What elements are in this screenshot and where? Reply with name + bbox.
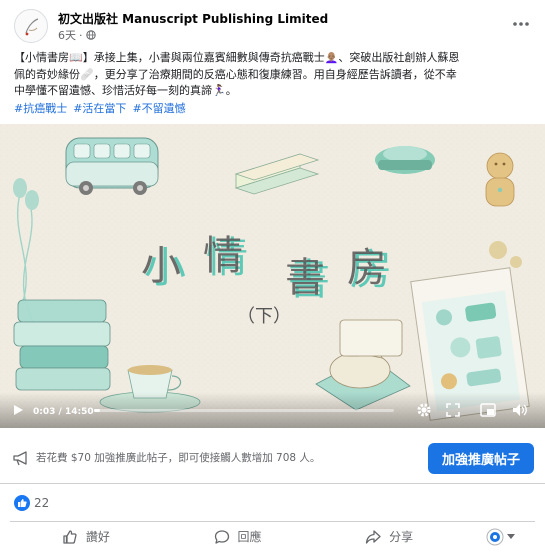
hashtag-list: #抗癌戰士 #活在當下 #不留遺憾 xyxy=(14,100,186,116)
thumbs-up-icon xyxy=(18,499,27,507)
video-progress-bar[interactable] xyxy=(94,409,394,412)
video-time: 0:03 / 14:50 xyxy=(33,407,94,417)
camper-van-illustration xyxy=(65,137,159,195)
author-name[interactable]: 初文出版社 Manuscript Publishing Limited xyxy=(58,10,328,27)
settings-icon[interactable] xyxy=(416,402,432,418)
share-button[interactable]: 分享 xyxy=(313,522,465,551)
post-meta: 6天 · xyxy=(58,27,96,43)
share-icon xyxy=(366,529,381,544)
post-text-line: 佩的奇妙緣份🩹，更分享了治療期間的反癌心態和復康練習。用自身經歷告訴讀者，從不幸 xyxy=(14,67,457,81)
video-player[interactable]: 小 情 書 房 小 情 書 房 （下） 0:03 / 14:50 xyxy=(0,124,545,428)
meta-separator: · xyxy=(79,28,83,42)
more-horizontal-icon xyxy=(513,22,529,26)
time-separator: / xyxy=(55,407,65,417)
post-actions: 讚好 回應 分享 xyxy=(10,521,535,551)
boost-description: 若花費 $70 加強推廣此帖子，即可使接觸人數增加 708 人。 xyxy=(36,452,321,464)
page-identity-icon xyxy=(486,528,504,545)
video-title-char: 小 xyxy=(141,243,181,289)
audience-selector[interactable] xyxy=(465,522,535,551)
video-controls: 0:03 / 14:50 xyxy=(0,392,545,428)
expand-icon[interactable] xyxy=(446,403,460,417)
current-time: 0:03 xyxy=(33,407,56,417)
reaction-summary[interactable]: 22 xyxy=(14,494,49,512)
video-subtitle: （下） xyxy=(237,306,291,327)
boost-row: 若花費 $70 加強推廣此帖子，即可使接觸人數增加 708 人。 加強推廣帖子 xyxy=(0,434,545,484)
like-reaction-icon xyxy=(14,495,30,511)
hashtag-link[interactable]: #抗癌戰士 xyxy=(14,100,67,116)
globe-icon xyxy=(85,30,96,40)
thumbs-up-icon xyxy=(63,529,77,544)
comment-button[interactable]: 回應 xyxy=(162,522,314,551)
like-button[interactable]: 讚好 xyxy=(10,522,162,551)
books-illustration xyxy=(13,299,111,391)
share-label: 分享 xyxy=(389,530,414,544)
hashtag-link[interactable]: #活在當下 xyxy=(73,100,126,116)
more-options-button[interactable] xyxy=(510,14,532,34)
megaphone-icon xyxy=(13,451,27,466)
reaction-count: 22 xyxy=(34,496,50,510)
publisher-logo-icon xyxy=(25,18,39,36)
comment-label: 回應 xyxy=(237,530,262,544)
video-progress-fill xyxy=(94,409,100,412)
post-text-line: 【小情書房📖】承接上集，小書與兩位嘉賓細數與傳奇抗癌戰士👩🏽‍🦲、突破出版社創辦… xyxy=(14,51,460,64)
video-frame: 小 情 書 房 小 情 書 房 （下） xyxy=(0,124,545,428)
toy-illustration xyxy=(375,146,435,174)
volume-icon[interactable] xyxy=(512,403,528,417)
video-title-char: 房 xyxy=(347,245,387,291)
play-icon[interactable] xyxy=(12,404,24,416)
hashtag-link[interactable]: #不留遺憾 xyxy=(132,100,185,116)
post-text-line: 中學懂不留遺憾、珍惜活好每一刻的真諦🏃🏽‍♀️。 xyxy=(14,84,237,97)
page-avatar[interactable] xyxy=(14,9,48,43)
post-header: 初文出版社 Manuscript Publishing Limited 6天 · xyxy=(14,8,532,44)
like-label: 讚好 xyxy=(85,530,110,544)
video-title-char: 情 xyxy=(203,233,243,279)
fullscreen-icon[interactable] xyxy=(480,403,496,417)
duration: 14:50 xyxy=(64,407,94,417)
video-title-char: 書 xyxy=(285,255,325,301)
post-time[interactable]: 6天 xyxy=(58,27,76,43)
boost-post-button[interactable]: 加強推廣帖子 xyxy=(428,443,534,474)
comment-icon xyxy=(214,529,229,544)
caret-down-icon xyxy=(506,533,515,539)
post-text: 【小情書房📖】承接上集，小書與兩位嘉賓細數與傳奇抗癌戰士👩🏽‍🦲、突破出版社創辦… xyxy=(14,50,532,100)
